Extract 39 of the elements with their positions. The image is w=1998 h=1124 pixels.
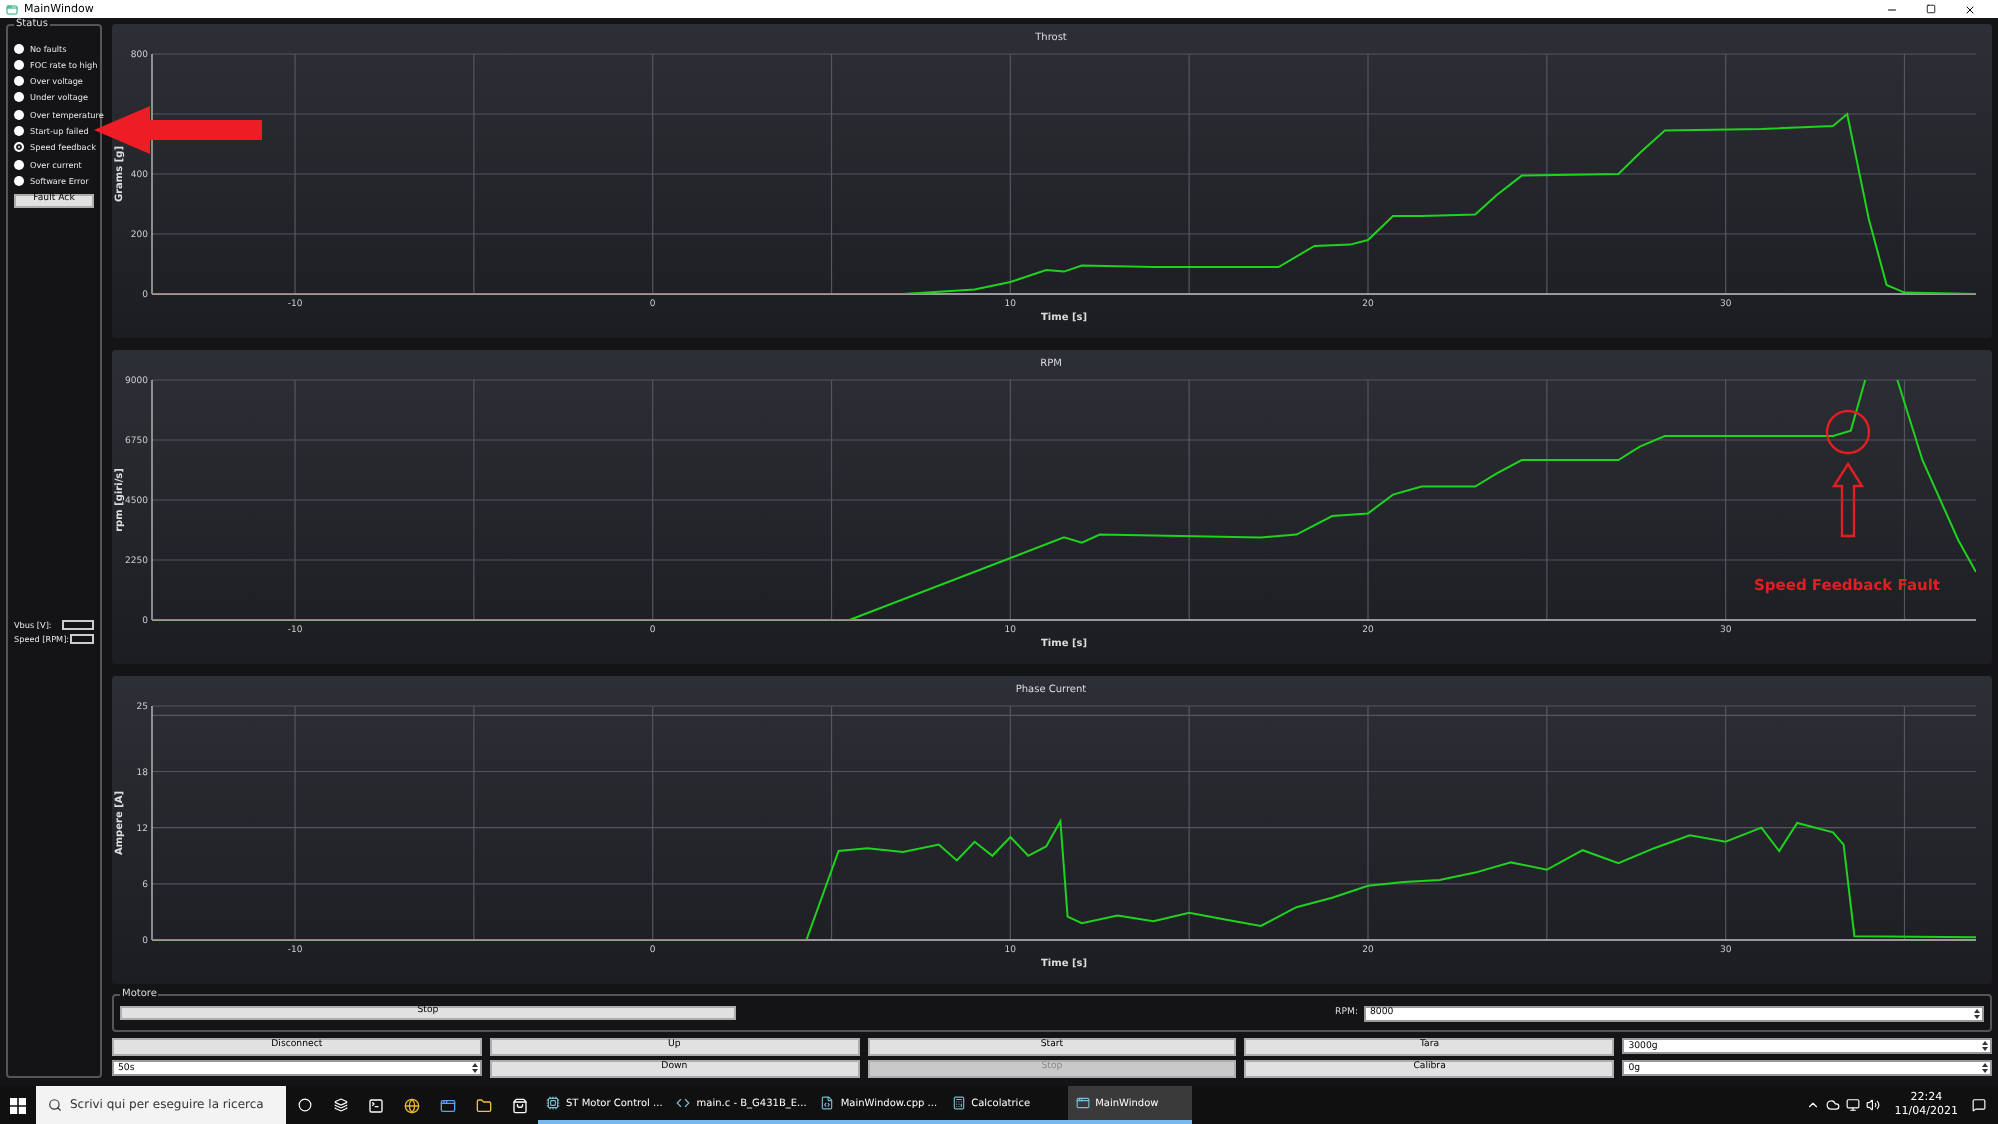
spin-arrows-icon[interactable]	[471, 1062, 478, 1074]
monitor-icon[interactable]	[1846, 1098, 1861, 1112]
notification-icon[interactable]	[1972, 1098, 1986, 1112]
folder-icon[interactable]	[476, 1097, 492, 1113]
app-icon	[6, 3, 18, 15]
task-view-icon[interactable]	[333, 1098, 347, 1112]
cloud-icon[interactable]	[1826, 1098, 1841, 1112]
radio-button[interactable]	[14, 43, 24, 53]
chevron-up-icon[interactable]	[1806, 1098, 1821, 1112]
app-icon	[676, 1096, 691, 1110]
radio-button[interactable]	[14, 159, 24, 170]
radio-button[interactable]	[14, 142, 24, 153]
arrow-icon	[1832, 462, 1864, 538]
close-icon[interactable]	[1964, 3, 1976, 15]
radio-button[interactable]	[14, 109, 24, 120]
lcd-display	[69, 633, 94, 644]
spin-arrows-icon[interactable]	[1982, 1040, 1988, 1052]
spin-arrows-icon[interactable]	[1982, 1062, 1988, 1074]
radio-button[interactable]	[14, 125, 24, 136]
radio-button[interactable]	[14, 59, 24, 70]
app-icon	[1075, 1096, 1090, 1110]
app-icon	[546, 1096, 560, 1110]
app-icon	[820, 1096, 835, 1110]
radio-button[interactable]	[14, 92, 24, 103]
maximize-icon[interactable]	[1926, 3, 1936, 13]
lcd-display	[62, 619, 94, 630]
spin-arrows-icon[interactable]	[1974, 1007, 1980, 1019]
circle-icon[interactable]	[297, 1098, 311, 1112]
minimize-icon[interactable]	[1886, 3, 1898, 15]
shopping-bag-icon[interactable]	[512, 1097, 528, 1113]
app-icon	[951, 1096, 966, 1110]
globe-icon[interactable]	[404, 1097, 420, 1113]
radio-button[interactable]	[14, 76, 24, 87]
app-window-icon[interactable]	[440, 1097, 456, 1113]
radio-button[interactable]	[14, 175, 24, 186]
terminal-icon[interactable]	[368, 1097, 384, 1113]
speaker-icon[interactable]	[1866, 1098, 1881, 1112]
search-icon	[48, 1098, 62, 1112]
circle-marker-icon	[1824, 408, 1872, 456]
